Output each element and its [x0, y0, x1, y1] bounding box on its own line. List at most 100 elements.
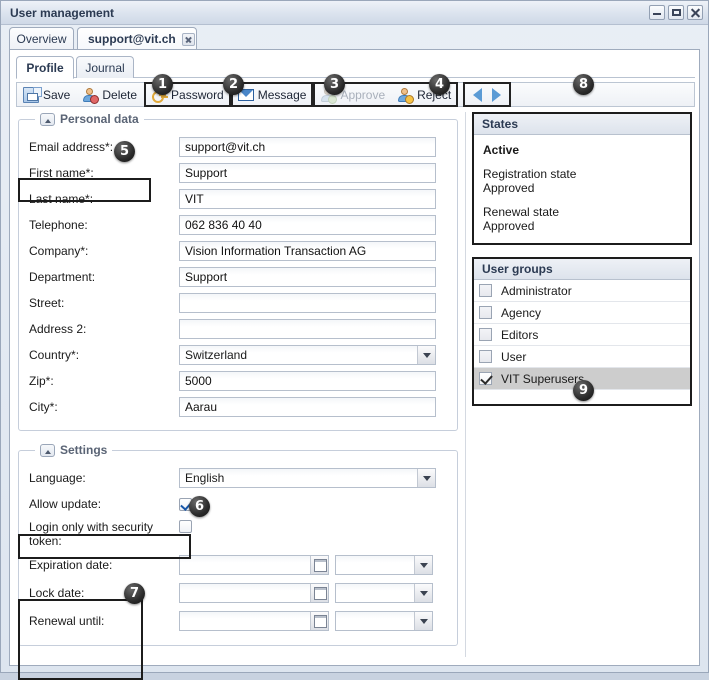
- tab-profile[interactable]: Profile: [16, 56, 74, 79]
- tab-overview[interactable]: Overview: [9, 27, 74, 50]
- save-button[interactable]: Save: [17, 83, 76, 106]
- tab-close-icon[interactable]: [181, 32, 195, 46]
- renewal-date-input[interactable]: [179, 611, 329, 631]
- close-icon[interactable]: [687, 5, 703, 20]
- group-checkbox[interactable]: [479, 372, 492, 385]
- column-divider: [465, 112, 466, 657]
- field-row-address2: Address 2:: [29, 316, 447, 342]
- previous-arrow-icon[interactable]: [473, 87, 483, 102]
- city-input[interactable]: [179, 397, 436, 417]
- first-name-label: First name*:: [29, 166, 94, 180]
- tab-support-label: support@vit.ch: [88, 32, 176, 46]
- message-button[interactable]: Message: [232, 83, 313, 106]
- renewal-state-value: Approved: [483, 219, 535, 233]
- personal-data-legend: Personal data: [35, 112, 144, 126]
- collapse-personal-data-icon[interactable]: [40, 112, 55, 126]
- group-checkbox[interactable]: [479, 306, 492, 319]
- message-label: Message: [257, 87, 307, 102]
- first-name-input[interactable]: [179, 163, 436, 183]
- lock-date-label: Lock date:: [29, 586, 85, 600]
- last-name-input[interactable]: [179, 189, 436, 209]
- zip-input[interactable]: [179, 371, 436, 391]
- lock-date-input[interactable]: [179, 583, 329, 603]
- state-active: Active: [483, 143, 520, 157]
- window-controls: [649, 5, 703, 20]
- calendar-icon[interactable]: [310, 612, 328, 630]
- delete-label: Delete: [102, 87, 138, 102]
- lock-time-select[interactable]: [335, 583, 433, 603]
- list-item[interactable]: Administrator: [474, 280, 690, 302]
- chevron-down-icon[interactable]: [414, 612, 432, 630]
- callout-9: 9: [573, 380, 594, 401]
- security-token-checkbox[interactable]: [179, 520, 192, 533]
- callout-3: 3: [324, 74, 345, 95]
- settings-title: Settings: [60, 443, 108, 457]
- chevron-down-icon[interactable]: [417, 469, 435, 487]
- field-row-telephone: Telephone:: [29, 212, 447, 238]
- callout-7: 7: [124, 583, 145, 604]
- field-row-email: Email address*:: [29, 134, 447, 160]
- group-label: Agency: [501, 305, 542, 320]
- group-checkbox[interactable]: [479, 284, 492, 297]
- next-arrow-icon[interactable]: [492, 87, 502, 102]
- save-icon: [23, 86, 42, 103]
- field-row-city: City*:: [29, 394, 447, 420]
- calendar-icon[interactable]: [310, 584, 328, 602]
- states-title: States: [482, 117, 519, 131]
- inner-tabstrip: Profile Journal: [16, 56, 695, 79]
- delete-button[interactable]: Delete: [76, 83, 143, 106]
- expiration-date-input[interactable]: [179, 555, 329, 575]
- tab-support-vit-ch[interactable]: support@vit.ch: [77, 27, 197, 50]
- side-column: States Active Registration state Approve…: [472, 112, 692, 418]
- settings-fieldset: Settings Language: English Allow update:: [18, 443, 458, 646]
- states-header: States: [474, 114, 690, 135]
- callout-2: 2: [223, 74, 244, 95]
- save-label: Save: [43, 87, 71, 102]
- tab-journal[interactable]: Journal: [76, 56, 134, 78]
- chevron-down-icon[interactable]: [414, 556, 432, 574]
- states-body: Active Registration state Approved Renew…: [474, 135, 690, 243]
- renewal-state-label: Renewal state: [483, 205, 560, 219]
- chevron-down-icon[interactable]: [417, 346, 435, 364]
- field-row-department: Department:: [29, 264, 447, 290]
- email-label: Email address*:: [29, 140, 114, 154]
- list-item[interactable]: Editors: [474, 324, 690, 346]
- field-row-zip: Zip*:: [29, 368, 447, 394]
- maximize-button[interactable]: [668, 5, 684, 20]
- street-label: Street:: [29, 296, 65, 310]
- group-checkbox[interactable]: [479, 350, 492, 363]
- list-item[interactable]: User: [474, 346, 690, 368]
- group-checkbox[interactable]: [479, 328, 492, 341]
- street-input[interactable]: [179, 293, 436, 313]
- minimize-button[interactable]: [649, 5, 665, 20]
- delete-user-icon: [82, 87, 100, 104]
- address2-input[interactable]: [179, 319, 436, 339]
- navigation-group[interactable]: [463, 82, 512, 107]
- profile-panel: Profile Journal Save Delete Password Mes…: [9, 49, 700, 680]
- field-row-allow-update: Allow update:: [29, 491, 447, 517]
- email-input[interactable]: [179, 137, 436, 157]
- collapse-settings-icon[interactable]: [40, 443, 55, 457]
- renewal-until-label: Renewal until:: [29, 614, 105, 628]
- country-select[interactable]: Switzerland: [179, 345, 436, 365]
- callout-5: 5: [114, 141, 135, 162]
- renewal-time-select[interactable]: [335, 611, 433, 631]
- list-item[interactable]: Agency: [474, 302, 690, 324]
- chevron-down-icon[interactable]: [414, 584, 432, 602]
- department-input[interactable]: [179, 267, 436, 287]
- telephone-input[interactable]: [179, 215, 436, 235]
- language-select[interactable]: English: [179, 468, 436, 488]
- expiration-time-select[interactable]: [335, 555, 433, 575]
- personal-data-fieldset: Personal data Email address*: First name…: [18, 112, 458, 431]
- department-label: Department:: [29, 270, 96, 284]
- user-management-window: User management Overview support@vit.ch …: [0, 0, 709, 680]
- calendar-icon[interactable]: [310, 556, 328, 574]
- group-label: User: [501, 349, 527, 364]
- country-label: Country*:: [29, 348, 80, 362]
- city-label: City*:: [29, 400, 58, 414]
- message-button-group[interactable]: Message: [230, 82, 314, 107]
- expiration-date-label: Expiration date:: [29, 558, 113, 572]
- user-groups-title: User groups: [482, 262, 553, 276]
- field-row-country: Country*: Switzerland: [29, 342, 447, 368]
- company-input[interactable]: [179, 241, 436, 261]
